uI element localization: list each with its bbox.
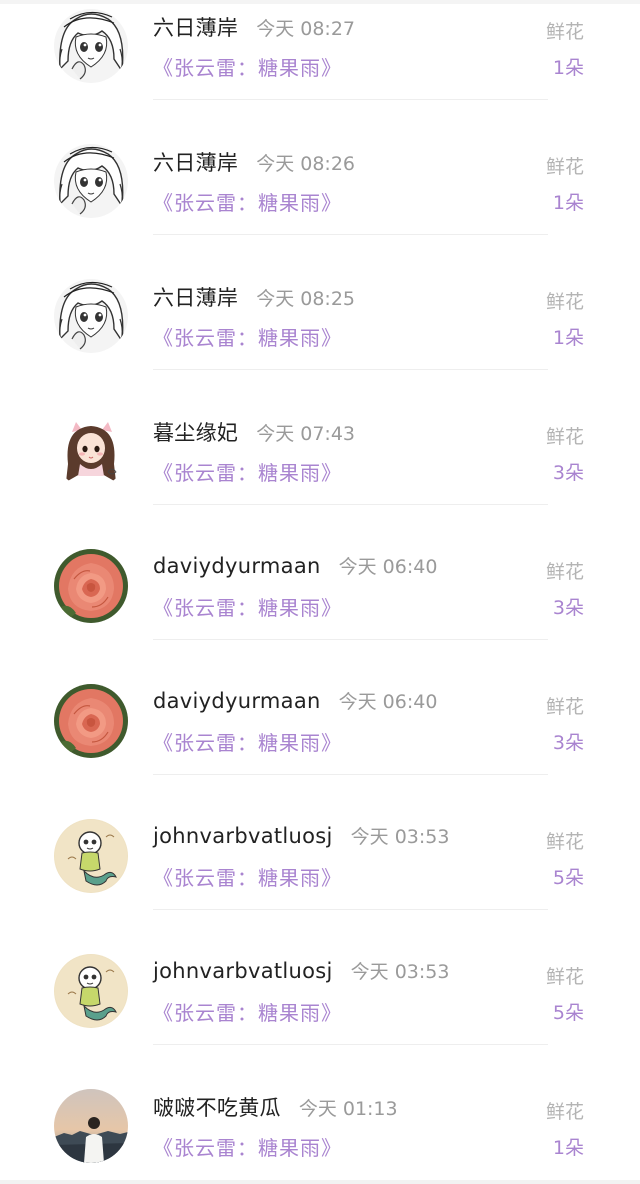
work-title-link[interactable]: 《张云雷：糖果雨》 (153, 727, 342, 756)
user-name[interactable]: 啵啵不吃黄瓜 (153, 1092, 281, 1122)
bottom-edge (0, 1180, 640, 1184)
meta-line: 暮尘缘妃 今天 07:43 (153, 417, 355, 447)
divider (153, 774, 548, 775)
work-title-link[interactable]: 《张云雷：糖果雨》 (153, 322, 342, 351)
gift-type-label: 鲜花 (545, 696, 584, 718)
work-title-link[interactable]: 《张云雷：糖果雨》 (153, 187, 342, 216)
gift-record-row-2[interactable]: 六日薄岸 今天 08:26 《张云雷：糖果雨》 鲜花 1朵 (0, 135, 640, 270)
divider (153, 234, 548, 235)
work-title-link[interactable]: 《张云雷：糖果雨》 (153, 1132, 342, 1161)
timestamp: 今天 01:13 (298, 1098, 398, 1120)
avatar[interactable] (54, 414, 128, 488)
timestamp: 今天 06:40 (338, 691, 438, 713)
gift-type-label: 鲜花 (545, 1101, 584, 1123)
meta-line: 六日薄岸 今天 08:27 (153, 12, 355, 42)
work-title-link[interactable]: 《张云雷：糖果雨》 (153, 592, 342, 621)
timestamp: 今天 03:53 (350, 961, 450, 983)
gift-record-row-8[interactable]: johnvarbvatluosj 今天 03:53 《张云雷：糖果雨》 鲜花 5… (0, 945, 640, 1080)
avatar[interactable] (54, 9, 128, 83)
gift-type-label: 鲜花 (545, 966, 584, 988)
gift-type-label: 鲜花 (545, 561, 584, 583)
gift-record-row-4[interactable]: 暮尘缘妃 今天 07:43 《张云雷：糖果雨》 鲜花 3朵 (0, 405, 640, 540)
gift-count: 1朵 (552, 192, 584, 214)
gift-count: 1朵 (552, 57, 584, 79)
user-name[interactable]: 六日薄岸 (153, 147, 238, 177)
avatar[interactable] (54, 1089, 128, 1163)
user-name[interactable]: daviydyurmaan (153, 689, 321, 713)
timestamp: 今天 08:25 (256, 288, 355, 310)
timestamp: 今天 06:40 (338, 556, 438, 578)
avatar[interactable] (54, 819, 128, 893)
timestamp: 今天 08:26 (256, 153, 355, 175)
meta-line: 六日薄岸 今天 08:26 (153, 147, 355, 177)
gift-record-row-6[interactable]: daviydyurmaan 今天 06:40 《张云雷：糖果雨》 鲜花 3朵 (0, 675, 640, 810)
gift-count: 5朵 (552, 867, 584, 889)
gift-count: 5朵 (552, 1002, 584, 1024)
timestamp: 今天 08:27 (256, 18, 355, 40)
divider (153, 99, 548, 100)
gift-type-label: 鲜花 (545, 291, 584, 313)
gift-count: 1朵 (552, 327, 584, 349)
gift-record-row-7[interactable]: johnvarbvatluosj 今天 03:53 《张云雷：糖果雨》 鲜花 5… (0, 810, 640, 945)
work-title-link[interactable]: 《张云雷：糖果雨》 (153, 52, 342, 81)
meta-line: johnvarbvatluosj 今天 03:53 (153, 822, 449, 849)
work-title-link[interactable]: 《张云雷：糖果雨》 (153, 997, 342, 1026)
gift-count: 1朵 (552, 1137, 584, 1159)
user-name[interactable]: johnvarbvatluosj (153, 959, 333, 983)
divider (153, 909, 548, 910)
divider (153, 639, 548, 640)
avatar[interactable] (54, 144, 128, 218)
divider (153, 1044, 548, 1045)
divider (153, 369, 548, 370)
gift-record-row-9[interactable]: 啵啵不吃黄瓜 今天 01:13 《张云雷：糖果雨》 鲜花 1朵 (0, 1080, 640, 1184)
manga-girl-avatar-icon (54, 144, 128, 218)
gift-type-label: 鲜花 (545, 831, 584, 853)
gift-type-label: 鲜花 (545, 21, 584, 43)
user-name[interactable]: 暮尘缘妃 (153, 417, 238, 447)
cartoon-girl-avatar-icon (54, 414, 128, 488)
gift-record-list: 六日薄岸 今天 08:27 《张云雷：糖果雨》 鲜花 1朵 六日薄岸 今天 08… (0, 0, 640, 1184)
meta-line: johnvarbvatluosj 今天 03:53 (153, 957, 449, 984)
avatar[interactable] (54, 279, 128, 353)
manga-girl-avatar-icon (54, 9, 128, 83)
person-photo-avatar-icon (54, 1089, 128, 1163)
user-name[interactable]: johnvarbvatluosj (153, 824, 333, 848)
avatar[interactable] (54, 684, 128, 758)
gift-record-row-3[interactable]: 六日薄岸 今天 08:25 《张云雷：糖果雨》 鲜花 1朵 (0, 270, 640, 405)
work-title-link[interactable]: 《张云雷：糖果雨》 (153, 862, 342, 891)
gift-record-row-5[interactable]: daviydyurmaan 今天 06:40 《张云雷：糖果雨》 鲜花 3朵 (0, 540, 640, 675)
divider (153, 504, 548, 505)
gift-count: 3朵 (552, 597, 584, 619)
meta-line: daviydyurmaan 今天 06:40 (153, 687, 437, 714)
meta-line: 啵啵不吃黄瓜 今天 01:13 (153, 1092, 398, 1122)
meta-line: daviydyurmaan 今天 06:40 (153, 552, 437, 579)
timestamp: 今天 07:43 (256, 423, 355, 445)
gift-type-label: 鲜花 (545, 156, 584, 178)
avatar[interactable] (54, 549, 128, 623)
gift-count: 3朵 (552, 462, 584, 484)
mermaid-cartoon-avatar-icon (54, 954, 128, 1028)
gift-count: 3朵 (552, 732, 584, 754)
rose-avatar-icon (54, 549, 128, 623)
manga-girl-avatar-icon (54, 279, 128, 353)
mermaid-cartoon-avatar-icon (54, 819, 128, 893)
work-title-link[interactable]: 《张云雷：糖果雨》 (153, 457, 342, 486)
avatar[interactable] (54, 954, 128, 1028)
rose-avatar-icon (54, 684, 128, 758)
user-name[interactable]: daviydyurmaan (153, 554, 321, 578)
user-name[interactable]: 六日薄岸 (153, 282, 238, 312)
user-name[interactable]: 六日薄岸 (153, 12, 238, 42)
meta-line: 六日薄岸 今天 08:25 (153, 282, 355, 312)
gift-record-row-1[interactable]: 六日薄岸 今天 08:27 《张云雷：糖果雨》 鲜花 1朵 (0, 0, 640, 135)
gift-type-label: 鲜花 (545, 426, 584, 448)
timestamp: 今天 03:53 (350, 826, 450, 848)
